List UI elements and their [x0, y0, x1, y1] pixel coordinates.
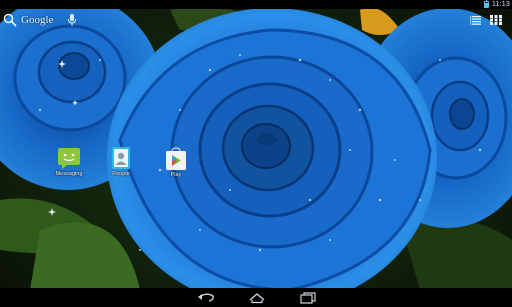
back-icon[interactable] [196, 291, 216, 304]
navigation-bar [0, 288, 512, 307]
shortcut-label: People [112, 171, 130, 177]
status-time: 11:13 [492, 1, 510, 8]
home-icon[interactable] [247, 291, 267, 304]
menu-icon[interactable] [470, 15, 482, 25]
battery-icon [484, 0, 489, 8]
search-icon[interactable] [3, 13, 17, 27]
play-store-icon[interactable] [164, 147, 188, 171]
shortcut-play-store[interactable]: Play [158, 147, 194, 179]
shortcut-messaging[interactable]: Messaging [51, 146, 87, 178]
microphone-icon[interactable] [67, 13, 77, 27]
status-indicators: 11:13 [484, 0, 510, 9]
status-bar: 11:13 [0, 0, 512, 9]
shortcut-label: Play [170, 172, 182, 178]
shortcut-label: Messaging [55, 171, 83, 177]
google-search-bar[interactable]: Google [3, 11, 83, 29]
all-apps-grid-icon[interactable] [490, 15, 502, 25]
messaging-icon[interactable] [57, 146, 81, 170]
google-label[interactable]: Google [21, 14, 53, 26]
recents-icon[interactable] [298, 291, 318, 304]
shortcut-people[interactable]: People [103, 146, 139, 178]
people-icon[interactable] [109, 146, 133, 170]
